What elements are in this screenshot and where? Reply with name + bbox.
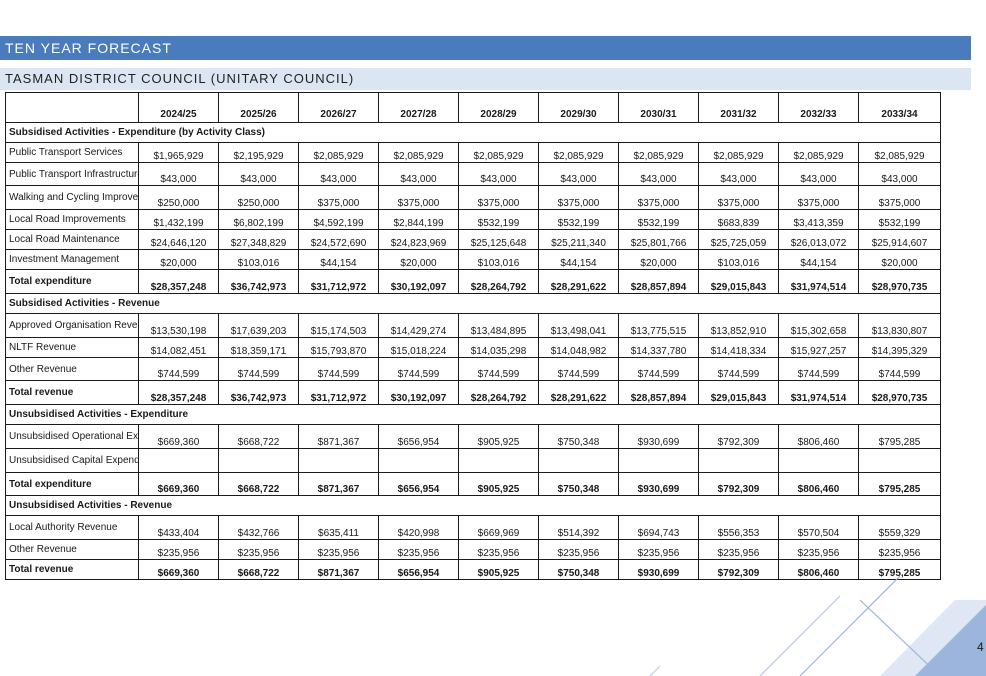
page-number: 4 <box>977 640 984 654</box>
decorative-lines <box>649 575 986 676</box>
